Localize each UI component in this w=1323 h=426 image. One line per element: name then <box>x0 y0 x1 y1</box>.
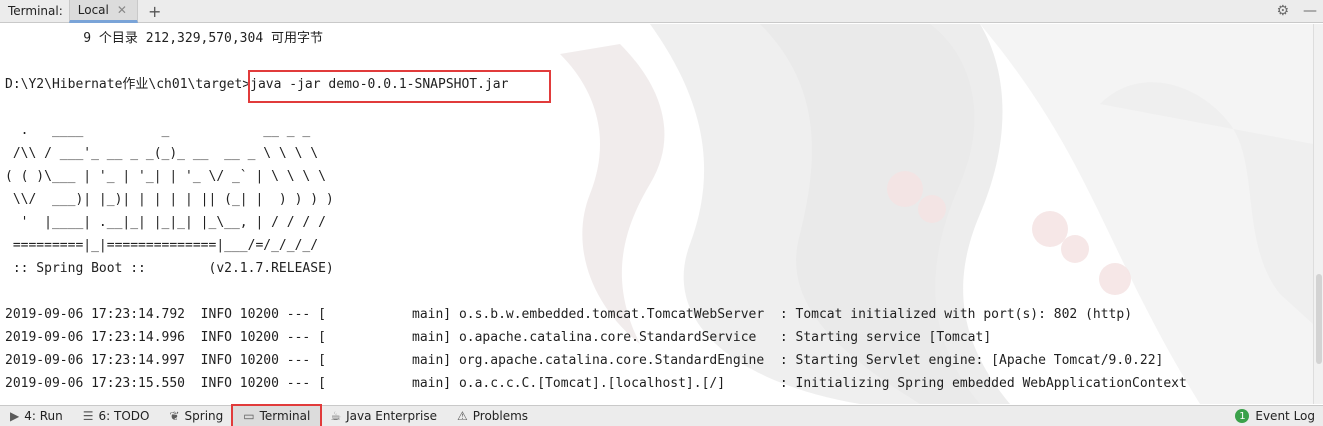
tool-todo-label: 6: TODO <box>98 409 150 423</box>
spring-banner-line-5: ' |____| .__|_| |_|_| |_\__, | / / / / <box>5 215 326 230</box>
tab-label: Local <box>77 2 109 17</box>
tool-spring-label: Spring <box>184 409 224 423</box>
spring-banner-line-3: ( ( )\___ | '_ | '_| | '_ \/ _` | \ \ \ … <box>5 169 326 184</box>
command-highlight-box <box>248 70 551 103</box>
close-icon[interactable]: ✕ <box>117 3 127 17</box>
problems-icon: ⚠ <box>456 409 468 423</box>
tool-window-bar: ▶ 4: Run ☰ 6: TODO ❦ Spring ▭ Terminal ☕… <box>0 403 1323 426</box>
tab-local[interactable]: Local ✕ <box>68 0 138 23</box>
log-line: 2019-09-06 17:23:15.550 INFO 10200 --- [… <box>5 376 1187 391</box>
gear-icon[interactable]: ⚙ <box>1276 3 1289 19</box>
tool-spring[interactable]: ❦ Spring <box>159 406 233 426</box>
todo-icon: ☰ <box>82 409 94 423</box>
event-log-label: Event Log <box>1255 409 1315 423</box>
terminal-header: Terminal: Local ✕ + ⚙ — <box>0 0 1323 23</box>
log-line: 2019-09-06 17:23:14.792 INFO 10200 --- [… <box>5 307 1133 322</box>
new-tab-icon[interactable]: + <box>148 2 161 21</box>
tool-run-label: 4: Run <box>24 409 63 423</box>
java-enterprise-icon: ☕ <box>330 409 342 423</box>
spring-boot-version-line: :: Spring Boot :: (v2.1.7.RELEASE) <box>5 261 334 276</box>
tool-java-enterprise[interactable]: ☕ Java Enterprise <box>320 406 447 426</box>
log-line: 2019-09-06 17:23:14.997 INFO 10200 --- [… <box>5 353 1164 368</box>
tool-terminal[interactable]: ▭ Terminal <box>231 403 323 426</box>
vertical-scrollbar[interactable] <box>1313 24 1323 404</box>
minimize-icon[interactable]: — <box>1303 3 1317 19</box>
tool-todo[interactable]: ☰ 6: TODO <box>73 406 160 426</box>
spring-banner-line-4: \\/ ___)| |_)| | | | | || (_| | ) ) ) ) <box>5 192 334 207</box>
tool-problems[interactable]: ⚠ Problems <box>447 406 538 426</box>
event-log[interactable]: 1 Event Log <box>1235 409 1323 423</box>
header-actions: ⚙ — <box>1276 3 1323 19</box>
terminal-icon: ▭ <box>243 409 255 423</box>
terminal-output[interactable]: 9 个目录 212,329,570,304 可用字节 D:\Y2\Hiberna… <box>0 24 1313 404</box>
tool-terminal-label: Terminal <box>259 409 311 423</box>
tool-java-enterprise-label: Java Enterprise <box>346 409 437 423</box>
run-icon: ▶ <box>10 409 20 423</box>
tool-run[interactable]: ▶ 4: Run <box>0 406 73 426</box>
spring-banner-line-1: . ____ _ __ _ _ <box>5 123 311 138</box>
terminal-line-dir-summary: 9 个目录 212,329,570,304 可用字节 <box>5 31 323 46</box>
tool-problems-label: Problems <box>472 409 529 423</box>
event-log-count-badge: 1 <box>1235 409 1250 423</box>
spring-banner-line-6: =========|_|==============|___/=/_/_/_/ <box>5 238 319 253</box>
spring-icon: ❦ <box>169 409 180 423</box>
spring-banner-line-2: /\\ / ___'_ __ _ _(_)_ __ __ _ \ \ \ \ <box>5 146 319 161</box>
log-line: 2019-09-06 17:23:14.996 INFO 10200 --- [… <box>5 330 992 345</box>
tool-window-title: Terminal: <box>8 4 63 18</box>
scrollbar-thumb[interactable] <box>1316 274 1322 364</box>
